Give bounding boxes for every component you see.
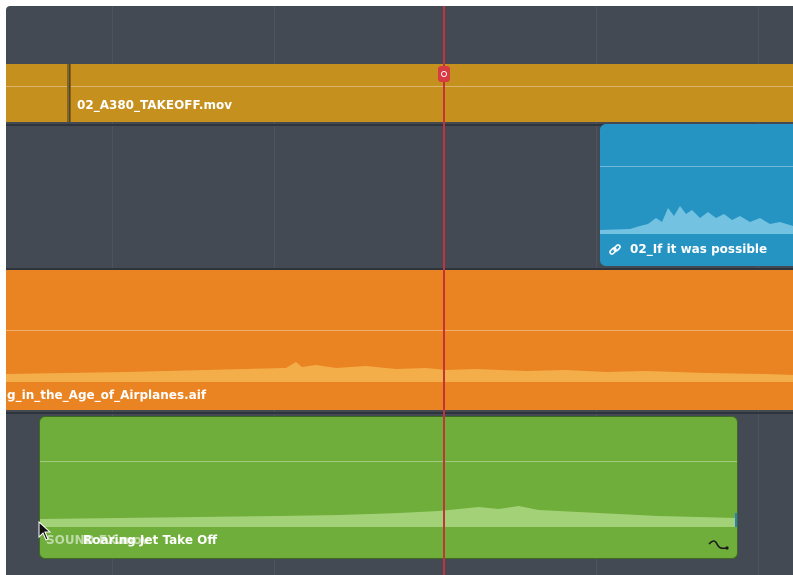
timeline-panel[interactable]: 02_A380_TAKEOFF.mov 02_If it was possibl… <box>0 0 793 575</box>
music-clip[interactable]: 02_If it was possible <box>600 124 793 266</box>
sfx-clip-handle[interactable] <box>735 513 737 527</box>
clip-level-line <box>6 330 793 331</box>
clip-level-line <box>600 166 793 167</box>
dialog-waveform <box>6 362 793 382</box>
sfx-clip[interactable]: SOUND FX.mov Roaring Jet Take Off <box>39 416 738 559</box>
dialog-clip-label: g_in_the_Age_of_Airplanes.aif <box>7 388 207 402</box>
fade-curve-icon[interactable] <box>707 537 729 551</box>
clip-level-line <box>71 86 793 87</box>
clip-level-line <box>6 86 67 87</box>
playhead-marker[interactable] <box>438 66 450 82</box>
timeline-tracks-area[interactable]: 02_A380_TAKEOFF.mov 02_If it was possibl… <box>6 6 793 575</box>
music-clip-label: 02_If it was possible <box>630 242 768 256</box>
video-clip-left[interactable] <box>6 64 69 122</box>
video-clip-label: 02_A380_TAKEOFF.mov <box>77 98 233 112</box>
music-waveform <box>600 206 793 234</box>
track-separator <box>6 412 793 414</box>
clip-level-line <box>40 461 737 462</box>
video-clip[interactable]: 02_A380_TAKEOFF.mov <box>70 64 793 122</box>
playhead-line[interactable] <box>443 6 445 575</box>
mouse-pointer-icon <box>38 520 52 541</box>
sfx-clip-label: Roaring Jet Take Off <box>83 533 218 547</box>
dialog-clip[interactable]: g_in_the_Age_of_Airplanes.aif <box>6 270 793 410</box>
sfx-waveform <box>40 506 737 527</box>
link-icon <box>608 242 622 256</box>
